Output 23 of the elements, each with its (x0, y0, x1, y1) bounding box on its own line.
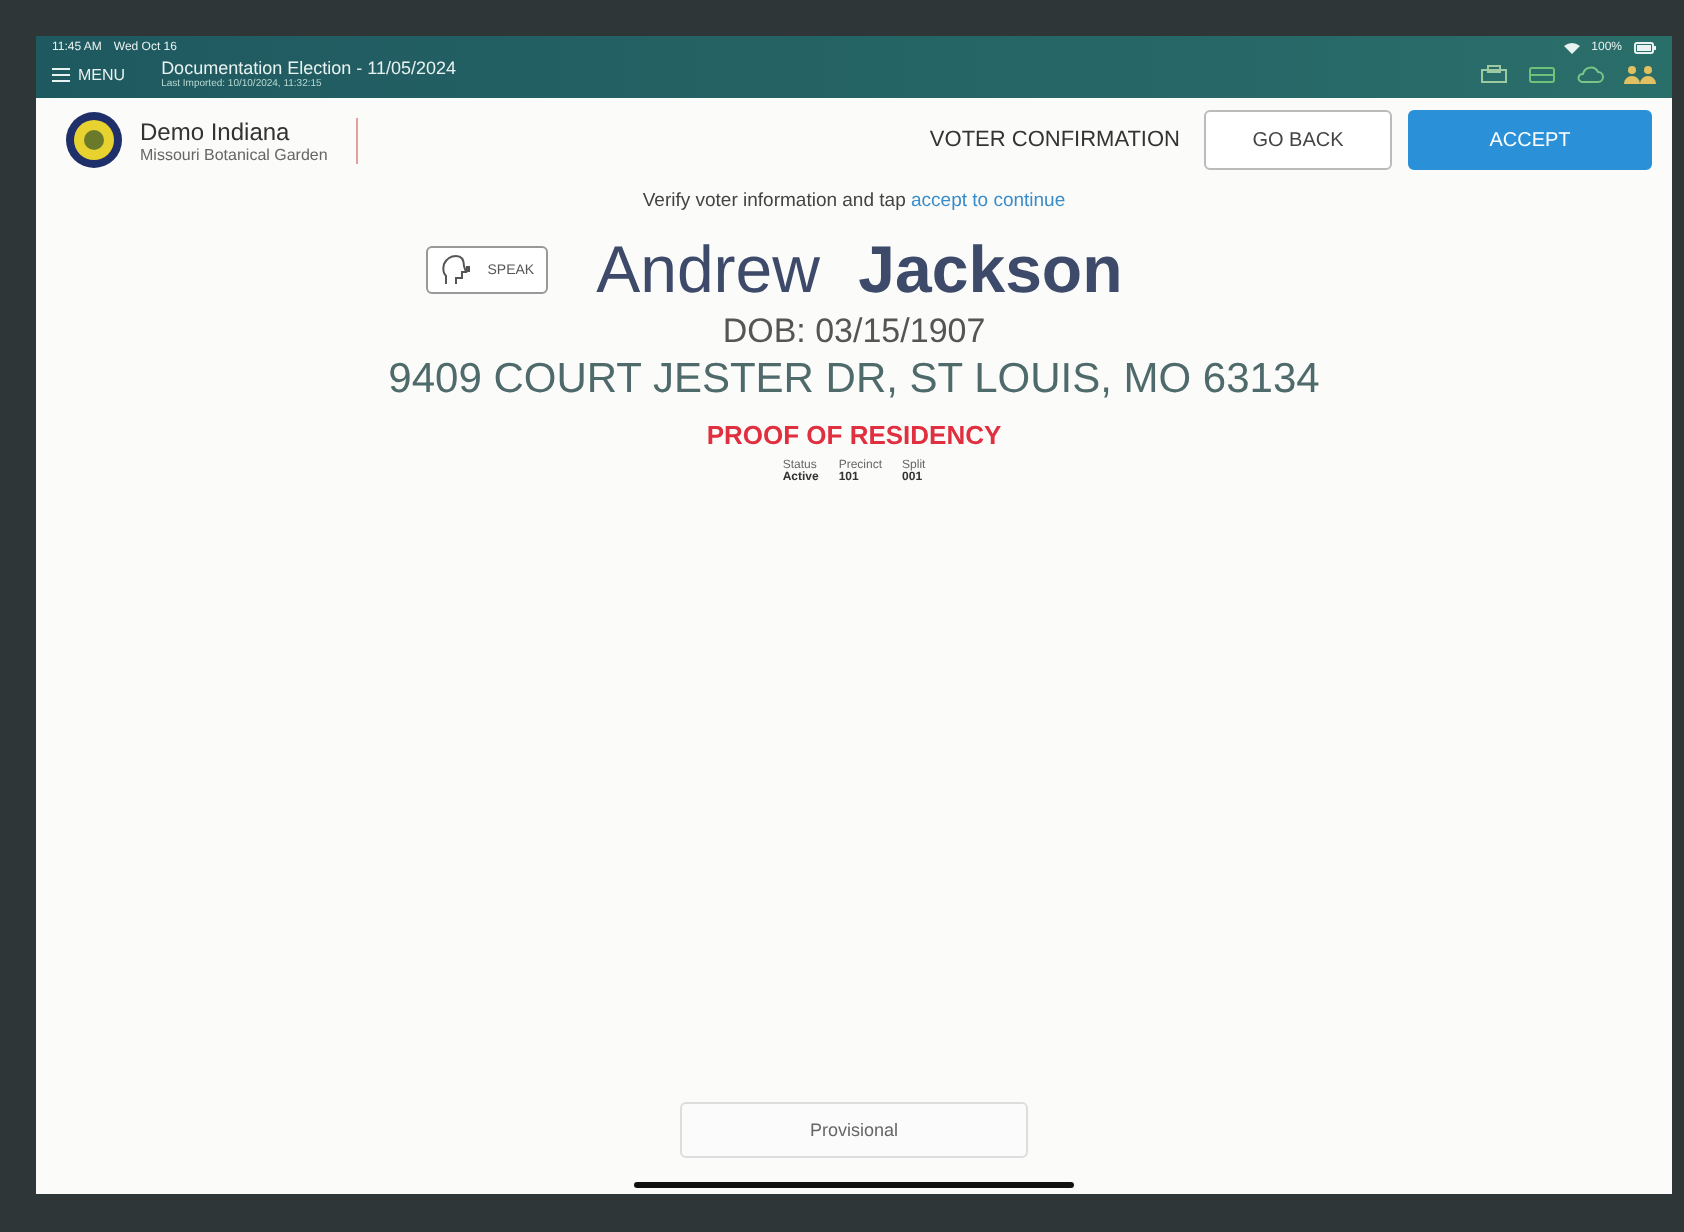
printer-icon[interactable] (1480, 63, 1508, 85)
menu-button[interactable]: MENU (52, 65, 126, 83)
speaking-head-icon (439, 254, 476, 286)
provisional-button[interactable]: Provisional (680, 1102, 1028, 1158)
scanner-icon[interactable] (1528, 63, 1556, 85)
back-button[interactable]: GO BACK (1204, 110, 1392, 170)
cloud-icon[interactable] (1576, 63, 1604, 85)
location-name: Missouri Botanical Garden (140, 145, 328, 163)
residency-warning-text: PROOF OF RESIDENCY (704, 420, 1004, 450)
menu-icon (52, 67, 70, 81)
accept-link[interactable]: accept (911, 190, 967, 212)
voter-address: 9409 COURT JESTER DR, ST LOUIS, MO 63134 (386, 356, 1322, 404)
accept-button[interactable]: ACCEPT (1408, 110, 1652, 170)
date-of-birth: DOB: 03/15/1907 (720, 312, 988, 352)
organization-name: Demo Indiana (140, 117, 292, 145)
election-title: Documentation Election - 11/05/2024 (161, 58, 456, 78)
users-icon[interactable] (1624, 63, 1656, 85)
instruction-text: Verify voter information and tap accept to continue (640, 190, 1068, 212)
screen-title: VOTER CONFIRMATION (929, 128, 1180, 152)
wifi-icon (1563, 42, 1580, 54)
seal-logo-icon (64, 110, 124, 170)
voter-name: Andrew Jackson (596, 232, 1123, 308)
battery-icon (1634, 42, 1656, 54)
